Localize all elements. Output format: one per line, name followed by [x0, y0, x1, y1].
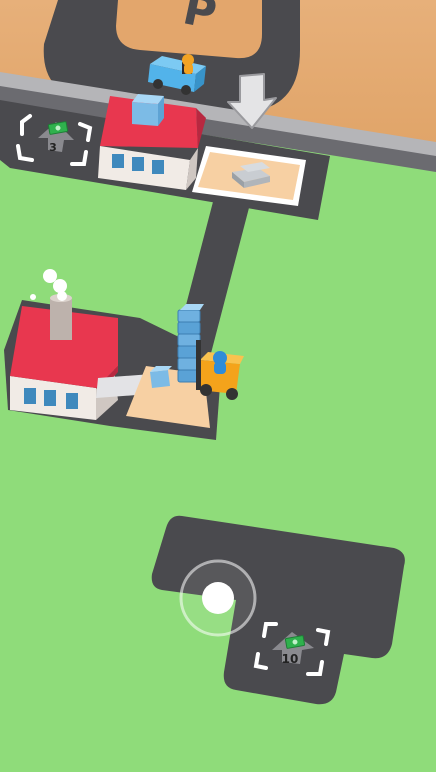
top-factory	[98, 94, 206, 190]
game-scene[interactable]: P 3 10	[0, 0, 436, 772]
crate-on-pad	[150, 366, 172, 388]
joystick-icon[interactable]	[179, 559, 257, 637]
joystick-knob[interactable]	[202, 582, 234, 614]
unlock-cost-top-left: 3	[49, 141, 57, 154]
chimney	[50, 294, 72, 340]
crate-on-roof	[132, 94, 164, 126]
forklift-worker	[213, 351, 227, 374]
unlock-cost-bottom-right: 10	[282, 652, 299, 666]
